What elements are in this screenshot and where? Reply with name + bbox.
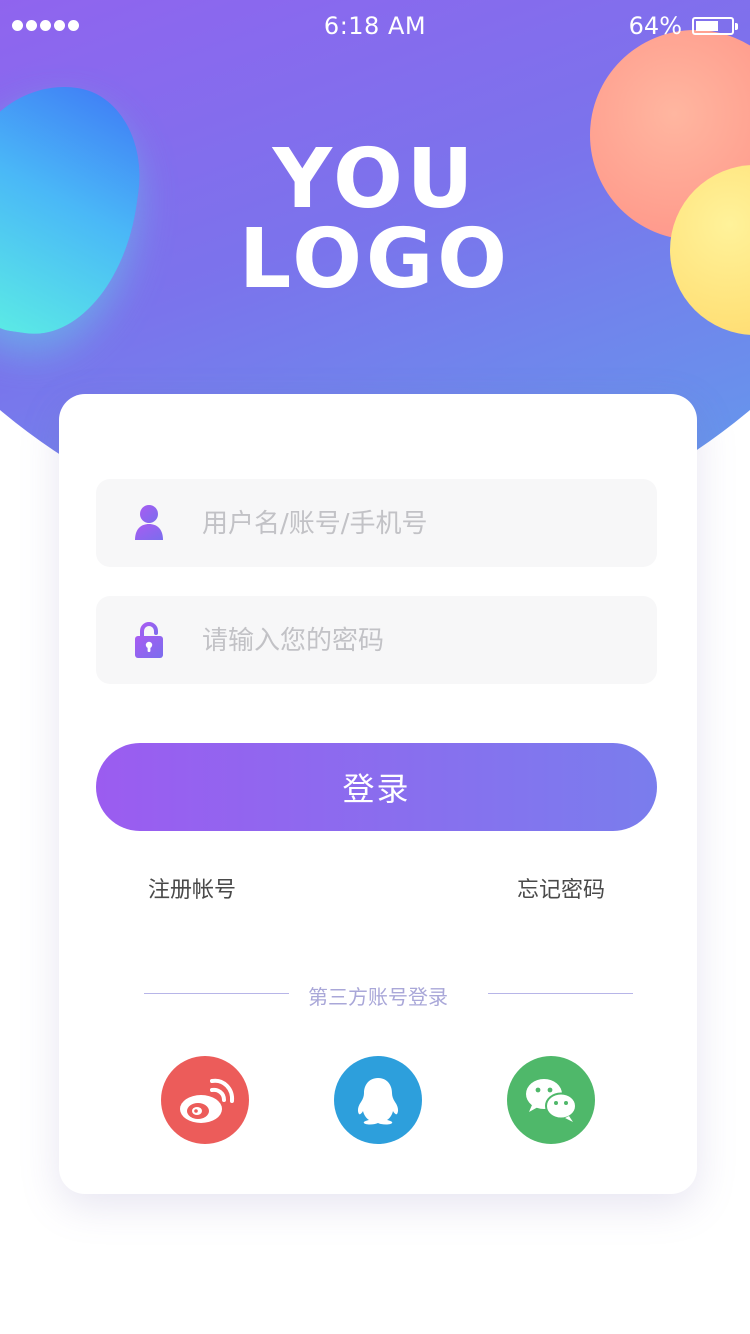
status-bar: 6:18 AM 64% (0, 0, 750, 54)
weibo-icon (180, 1078, 235, 1123)
logo-line-1: YOU (272, 132, 478, 227)
battery-percent: 64% (628, 12, 682, 40)
third-party-divider: 第三方账号登录 (59, 981, 697, 1009)
wechat-login-button[interactable] (507, 1056, 595, 1144)
qq-icon (357, 1078, 399, 1125)
unlock-icon (135, 622, 163, 658)
qq-login-button[interactable] (334, 1056, 422, 1144)
user-icon (135, 505, 163, 540)
login-screen: 6:18 AM 64% YOU LOGO 用户名/账号/手机号 登录 注册帐号 … (0, 0, 750, 1334)
battery-icon (692, 17, 738, 35)
app-logo: YOU LOGO (0, 132, 750, 307)
wechat-icon (526, 1079, 577, 1122)
logo-line-2: LOGO (238, 212, 512, 307)
third-party-label: 第三方账号登录 (308, 985, 448, 1009)
login-card: 登录 注册帐号 忘记密码 第三方账号登录 (59, 394, 697, 1194)
weibo-login-button[interactable] (161, 1056, 249, 1144)
login-button[interactable]: 登录 (96, 743, 657, 831)
password-field[interactable] (96, 596, 657, 686)
username-field[interactable] (96, 479, 657, 569)
username-input[interactable] (200, 479, 634, 569)
forgot-password-link[interactable]: 忘记密码 (517, 872, 605, 904)
battery-level (696, 21, 718, 31)
divider-line-right (488, 993, 633, 994)
register-link[interactable]: 注册帐号 (148, 872, 236, 904)
password-input[interactable] (200, 596, 634, 686)
